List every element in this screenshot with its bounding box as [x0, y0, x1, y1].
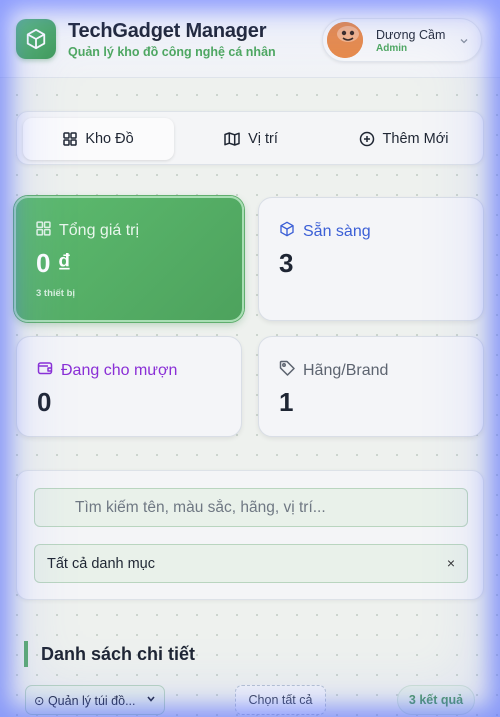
category-select[interactable]: Tất cả danh mục × [34, 544, 468, 583]
main-tabs: Kho Đồ Vị trí Thêm Mới [16, 111, 484, 165]
stat-card-ready: Sẵn sàng 3 [258, 197, 484, 321]
grid-icon [36, 221, 51, 241]
tab-kho-do[interactable]: Kho Đồ [23, 118, 174, 160]
select-all-button[interactable]: Chọn tất cả [235, 685, 326, 715]
stat-note: 3 thiết bị [36, 288, 76, 299]
tab-them-moi[interactable]: Thêm Mới [328, 118, 479, 160]
category-value: Tất cả danh mục [47, 555, 155, 572]
stat-label: Sẵn sàng [303, 222, 371, 240]
box-icon [279, 221, 295, 242]
user-menu[interactable]: Dương Cầm Admin [322, 18, 482, 62]
tab-label: Vị trí [248, 131, 278, 147]
chevron-down-icon [459, 33, 469, 51]
stat-card-lent: Đang cho mượn 0 [16, 336, 242, 437]
tab-vi-tri[interactable]: Vị trí [176, 118, 326, 160]
filter-panel: Tất cả danh mục × [16, 470, 484, 600]
stat-label: Tổng giá trị [59, 222, 140, 239]
user-name: Dương Cầm [376, 28, 446, 42]
clear-icon[interactable]: × [447, 555, 455, 571]
section-title: Danh sách chi tiết [24, 641, 195, 667]
tab-label: Thêm Mới [382, 131, 449, 147]
search-input[interactable] [34, 488, 468, 527]
chevron-down-icon [146, 693, 156, 707]
result-count-badge: 3 kết quả [397, 685, 475, 715]
tab-label: Kho Đồ [85, 131, 134, 147]
wallet-icon [37, 360, 53, 381]
group-select-value: ⊙ Quản lý túi đồ... [34, 693, 136, 708]
stat-label: Hãng/Brand [303, 361, 389, 379]
group-select[interactable]: ⊙ Quản lý túi đồ... [25, 685, 165, 715]
stat-value: 0 ₫ [36, 248, 72, 278]
app-header: TechGadget Manager Quản lý kho đồ công n… [0, 0, 500, 78]
tag-icon [279, 360, 295, 381]
app-subtitle: Quản lý kho đồ công nghệ cá nhân [68, 45, 276, 59]
stat-value: 1 [279, 387, 294, 417]
stat-card-total-value: Tổng giá trị 0 ₫ 3 thiết bị [14, 196, 244, 322]
app-title: TechGadget Manager [68, 20, 267, 42]
user-role: Admin [376, 43, 408, 54]
map-icon [224, 132, 240, 146]
avatar [327, 22, 363, 58]
cube-icon [16, 19, 56, 59]
stat-value: 3 [279, 248, 294, 278]
app-background: TechGadget Manager Quản lý kho đồ công n… [0, 0, 500, 717]
plus-circle-icon [359, 131, 375, 147]
stat-card-brand: Hãng/Brand 1 [258, 336, 484, 437]
grid-icon [63, 132, 78, 146]
stat-value: 0 [37, 387, 52, 417]
stat-label: Đang cho mượn [61, 361, 178, 379]
